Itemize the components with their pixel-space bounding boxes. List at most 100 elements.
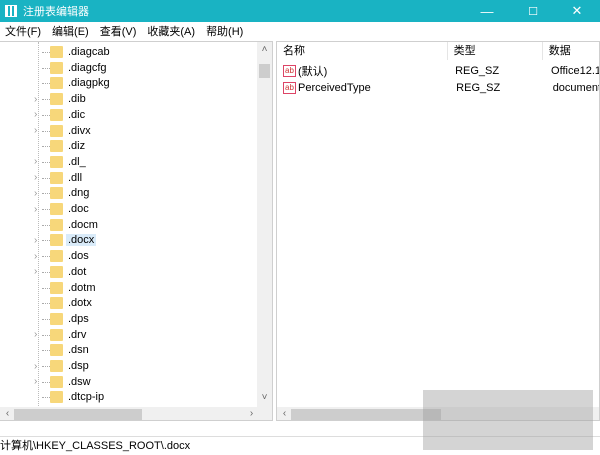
tree-item[interactable]: › .dsp (0, 358, 258, 374)
scroll-right-icon[interactable]: › (244, 408, 259, 419)
tree-item-label: .diz (68, 140, 86, 153)
tree-horizontal-scrollbar[interactable]: ‹ › (0, 407, 272, 420)
tree-item[interactable]: .dotm (0, 280, 258, 296)
tree-connector (42, 161, 50, 163)
tree-item-label: .dos (68, 250, 89, 263)
tree-item[interactable]: .docm (0, 217, 258, 233)
tree-item[interactable]: .diagpkg (0, 75, 258, 91)
value-row[interactable]: ab (默认) REG_SZ Office12.1 (277, 62, 599, 79)
expand-arrow-icon[interactable]: › (34, 361, 37, 372)
tree-item-label: .divx (68, 124, 91, 137)
tree-item[interactable]: .diagcab (0, 44, 258, 60)
tree-item[interactable]: .dtcp-ip (0, 389, 258, 405)
folder-icon (50, 124, 63, 137)
expand-arrow-icon[interactable]: › (34, 251, 37, 262)
menu-edit[interactable]: 编辑(E) (47, 23, 95, 39)
tree-item-label: .dng (68, 187, 90, 200)
expand-arrow-icon[interactable]: › (34, 188, 37, 199)
close-button[interactable]: ✕ (554, 0, 600, 22)
expand-arrow-icon[interactable]: › (34, 94, 37, 105)
tree-connector (42, 130, 50, 132)
minimize-button[interactable]: — (464, 0, 510, 22)
scroll-down-icon[interactable]: ˅ (257, 392, 272, 403)
expand-arrow-icon[interactable]: › (34, 156, 37, 167)
tree-item[interactable]: › .divx (0, 123, 258, 139)
tree-item-label: .drv (68, 328, 87, 341)
column-header-data[interactable]: 数据 (543, 42, 599, 60)
tree-vertical-scrollbar[interactable]: ˄ ˅ (257, 42, 272, 407)
scroll-up-icon[interactable]: ˄ (257, 44, 272, 55)
tree-item[interactable]: › .dib (0, 91, 258, 107)
folder-icon (50, 391, 63, 404)
expand-arrow-icon[interactable]: › (34, 172, 37, 183)
tree-item[interactable]: .dotx (0, 295, 258, 311)
tree-item[interactable]: › .dl_ (0, 154, 258, 170)
tree-connector (42, 318, 50, 320)
tree-item[interactable]: › .dsw (0, 374, 258, 390)
tree-item[interactable]: › .dot (0, 264, 258, 280)
menu-help[interactable]: 帮助(H) (201, 23, 249, 39)
tree-item[interactable]: .diagcfg (0, 60, 258, 76)
tree-item[interactable]: › .dos (0, 248, 258, 264)
tree-item[interactable]: › .dng (0, 185, 258, 201)
tree-item-label: .doc (68, 203, 89, 215)
tree-connector (42, 67, 50, 69)
tree-item[interactable]: .dsn (0, 342, 258, 358)
expand-arrow-icon[interactable]: › (34, 125, 37, 136)
expand-arrow-icon[interactable]: › (34, 376, 37, 387)
folder-icon (50, 344, 63, 357)
tree-item-label: .docx (66, 234, 97, 247)
tree-item[interactable]: .dps (0, 311, 258, 327)
folder-icon (50, 250, 63, 263)
column-header-name[interactable]: 名称 (277, 42, 448, 60)
menu-favorites[interactable]: 收藏夹(A) (142, 23, 201, 39)
menu-file[interactable]: 文件(F) (0, 23, 47, 39)
title-bar: 注册表编辑器 — ☐ ✕ (0, 0, 600, 22)
tree-item[interactable]: › .doc (0, 201, 258, 217)
maximize-button[interactable]: ☐ (510, 0, 556, 22)
value-name: (默认) (298, 65, 328, 78)
tree-connector (42, 334, 50, 336)
tree-connector (42, 271, 50, 273)
folder-icon (50, 61, 63, 74)
scroll-left-icon[interactable]: ‹ (277, 408, 292, 419)
tree-item[interactable]: › .dll (0, 170, 258, 186)
value-row[interactable]: ab PerceivedType REG_SZ document (277, 79, 600, 96)
column-header-type[interactable]: 类型 (448, 42, 543, 60)
scroll-thumb[interactable] (259, 64, 270, 78)
scroll-thumb[interactable] (291, 409, 441, 420)
tree-item-label: .dsw (68, 375, 91, 388)
value-type: REG_SZ (455, 64, 500, 77)
tree-connector (42, 256, 50, 258)
menu-bar: 文件(F) 编辑(E) 查看(V) 收藏夹(A) 帮助(H) (0, 22, 600, 40)
regedit-icon (5, 5, 17, 17)
tree-item-label: .diagcfg (68, 61, 107, 74)
watermark-logo (423, 390, 593, 450)
expand-arrow-icon[interactable]: › (34, 329, 37, 340)
values-pane: 名称 类型 数据 ab (默认) REG_SZ Office12.1 ab Perceiv… (276, 41, 600, 421)
tree-item[interactable]: › .drv (0, 327, 258, 343)
value-data: document (552, 81, 600, 94)
string-value-icon: ab (283, 64, 296, 77)
scroll-left-icon[interactable]: ‹ (0, 408, 15, 419)
tree-item[interactable]: .diz (0, 138, 258, 154)
tree-item-label: .dotx (68, 297, 92, 310)
tree-connector (42, 224, 50, 226)
tree-connector (42, 287, 50, 289)
expand-arrow-icon[interactable]: › (34, 266, 37, 277)
tree-connector (42, 397, 50, 399)
folder-icon (50, 187, 63, 200)
scroll-thumb[interactable] (14, 409, 142, 420)
tree-item[interactable]: › .docx (0, 232, 258, 248)
folder-icon (50, 93, 63, 106)
expand-arrow-icon[interactable]: › (34, 109, 37, 120)
folder-icon (50, 203, 63, 215)
tree-connector (42, 366, 50, 367)
expand-arrow-icon[interactable]: › (34, 204, 37, 215)
tree-item-label: .dot (68, 265, 87, 278)
tree-item-label: .diagpkg (68, 77, 110, 90)
expand-arrow-icon[interactable]: › (34, 235, 37, 246)
tree-connector (42, 209, 50, 210)
tree-item[interactable]: › .dic (0, 107, 258, 123)
menu-view[interactable]: 查看(V) (95, 23, 143, 39)
